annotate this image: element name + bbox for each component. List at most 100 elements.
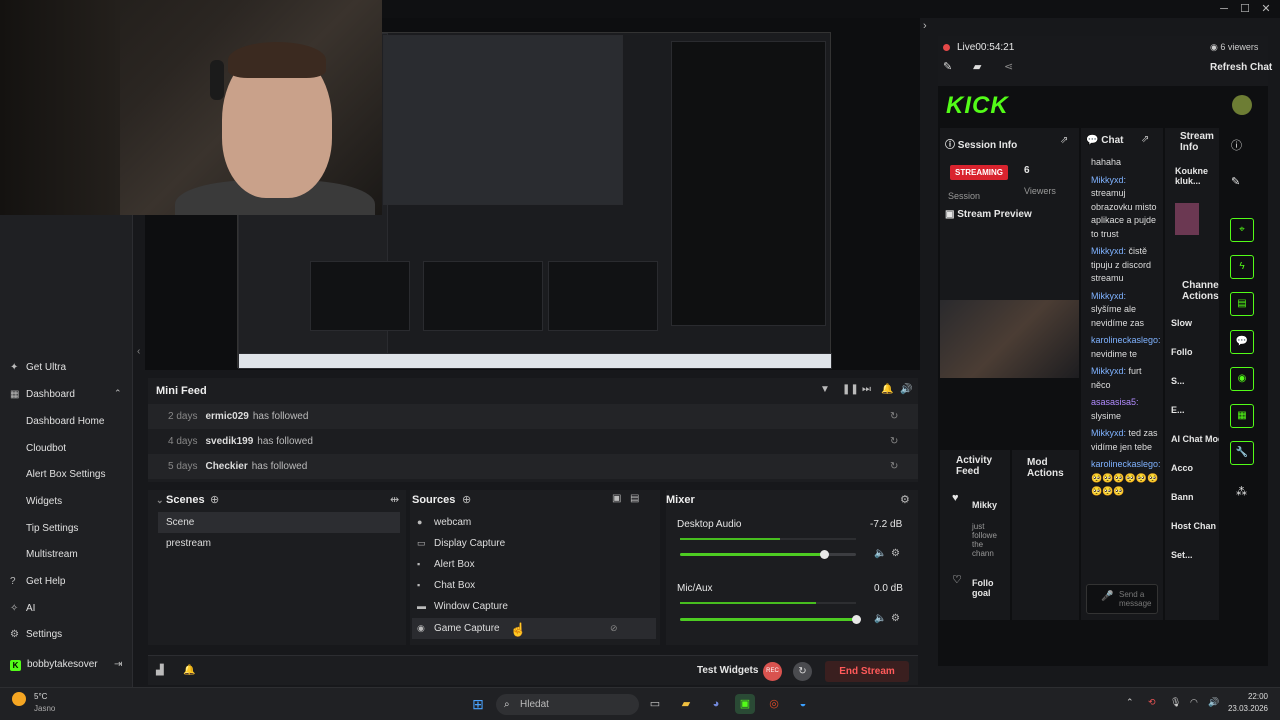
sidebar-item-cloudbot[interactable]: Cloudbot <box>0 437 133 461</box>
pause-icon[interactable]: ❚❚ <box>842 384 859 395</box>
channel-action-item[interactable]: Host Chan <box>1171 521 1219 531</box>
refresh-chat-button[interactable]: Refresh Chat <box>1210 62 1272 73</box>
server-icon[interactable]: ▦ <box>1230 404 1254 428</box>
scene-transitions-icon[interactable]: ⇹ <box>390 493 399 506</box>
test-widgets-button[interactable]: Test Widgets <box>697 665 758 676</box>
info-icon[interactable]: ⓘ <box>1231 137 1242 153</box>
document-icon[interactable]: ▤ <box>1230 292 1254 316</box>
source-item[interactable]: Display Capture <box>412 533 656 554</box>
sidebar-item-settings[interactable]: Settings <box>0 623 133 647</box>
avatar[interactable] <box>1232 95 1252 115</box>
add-source-icon[interactable]: ⊕ <box>462 493 471 506</box>
sidebar-item-alert-box-settings[interactable]: Alert Box Settings <box>0 463 133 487</box>
folder-icon[interactable]: ▰ <box>973 60 981 73</box>
volume-knob[interactable] <box>820 550 830 559</box>
chat-username[interactable]: karolineckaslego: <box>1091 335 1161 345</box>
channel-action-item[interactable]: AI Chat Moderatio <box>1171 434 1219 444</box>
sidebar-item-dashboard-home[interactable]: Dashboard Home <box>0 410 133 434</box>
expand-right-icon[interactable]: › <box>923 20 927 32</box>
file-explorer-icon[interactable]: ▰ <box>676 694 696 714</box>
popout-icon[interactable]: ⇗ <box>1060 135 1068 146</box>
tray-chevron-icon[interactable]: ⌃ <box>1126 697 1134 708</box>
chrome-icon[interactable]: ◎ <box>764 694 784 714</box>
speaker-icon[interactable]: 🔈 <box>874 613 886 624</box>
sidebar-item-tip-settings[interactable]: Tip Settings <box>0 517 133 541</box>
broadcast-icon[interactable]: ◉ <box>1230 367 1254 391</box>
add-group-icon[interactable]: ▣ <box>612 493 621 504</box>
channel-action-item[interactable]: Bann <box>1171 492 1219 502</box>
stats-icon[interactable]: ▟ <box>156 665 164 676</box>
filter-icon[interactable]: ▼ <box>820 384 830 395</box>
wifi-icon[interactable]: ◠ <box>1190 697 1198 708</box>
source-item[interactable]: Chat Box <box>412 575 656 596</box>
speaker-icon[interactable]: 🔈 <box>874 548 886 559</box>
sidebar-item-get-ultra[interactable]: Get Ultra <box>0 356 133 380</box>
mixer-settings-icon[interactable]: ⚙ <box>900 493 910 506</box>
hidden-eye-icon[interactable]: ⊘ <box>610 623 618 634</box>
channel-action-item[interactable]: Slow <box>1171 318 1219 328</box>
scene-item[interactable]: Scene <box>158 512 400 533</box>
close-button[interactable]: ✕ <box>1258 2 1274 16</box>
chat-username[interactable]: Mikkyxd: <box>1091 428 1126 438</box>
minimize-button[interactable]: ─ <box>1216 2 1232 16</box>
replay-icon[interactable]: ↻ <box>890 404 898 429</box>
source-item[interactable]: webcam <box>412 512 656 533</box>
chat-username[interactable]: Mikkyxd: <box>1091 246 1126 256</box>
wrench-icon[interactable]: 🔧 <box>1230 441 1254 465</box>
chat-username[interactable]: karolineckaslego: <box>1091 459 1161 469</box>
channel-action-item[interactable]: Follo <box>1171 347 1219 357</box>
channel-action-item[interactable]: Acco <box>1171 463 1219 473</box>
sidebar-item-get-help[interactable]: Get Help <box>0 570 133 594</box>
scene-item[interactable]: prestream <box>158 533 400 554</box>
chevron-up-icon[interactable]: ⌃ <box>114 388 122 399</box>
popout-icon[interactable]: ⇗ <box>1141 134 1149 145</box>
discord-icon[interactable]: ◕ <box>706 694 726 714</box>
share-icon[interactable]: ⋖ <box>1004 60 1013 73</box>
source-item[interactable]: Alert Box <box>412 554 656 575</box>
channel-settings-icon[interactable]: ⚙ <box>891 548 900 559</box>
volume-knob[interactable] <box>852 615 861 624</box>
tray-app-icon[interactable]: ⟲ <box>1148 697 1156 708</box>
sidebar-item-widgets[interactable]: Widgets <box>0 490 133 514</box>
folder-icon[interactable]: ▤ <box>630 493 639 504</box>
chat-username[interactable]: Mikkyxd: <box>1091 291 1126 301</box>
edge-icon[interactable]: ◒ <box>793 694 813 714</box>
speech-bubble-icon[interactable]: 💬 <box>1230 330 1254 354</box>
extensions-icon[interactable]: ⁂ <box>1236 485 1247 498</box>
streamlabs-icon[interactable]: ▣ <box>735 694 755 714</box>
chat-username[interactable]: Mikkyxd: <box>1091 175 1126 185</box>
chat-username[interactable]: asasasisa5: <box>1091 397 1139 407</box>
replay-buffer-icon[interactable]: ↻ <box>793 662 812 681</box>
replay-icon[interactable]: ↻ <box>890 429 898 454</box>
lightning-icon[interactable]: ϟ <box>1230 255 1254 279</box>
add-scene-icon[interactable]: ⊕ <box>210 493 219 506</box>
channel-settings-icon[interactable]: ⚙ <box>891 613 900 624</box>
chat-username[interactable]: Mikkyxd: <box>1091 366 1126 376</box>
pencil-icon[interactable]: ✎ <box>1231 175 1240 188</box>
replay-icon[interactable]: ↻ <box>890 454 898 479</box>
sidebar-item-ai[interactable]: AI <box>0 597 133 621</box>
collapse-left-icon[interactable]: ‹ <box>137 346 140 357</box>
channel-action-item[interactable]: S... <box>1171 376 1219 386</box>
bell-icon[interactable]: 🔔 <box>881 384 893 395</box>
volume-icon[interactable]: 🔊 <box>900 384 912 395</box>
channel-action-item[interactable]: E... <box>1171 405 1219 415</box>
end-stream-button[interactable]: End Stream <box>825 661 909 682</box>
microphone-icon[interactable]: 🎤 <box>1101 591 1113 602</box>
task-view-icon[interactable]: ▭ <box>645 694 665 714</box>
skip-icon[interactable]: ⏭ <box>862 384 871 395</box>
notifications-icon[interactable]: 🔔 <box>183 665 195 676</box>
maximize-button[interactable]: ☐ <box>1237 2 1253 16</box>
edit-icon[interactable]: ✎ <box>943 60 952 73</box>
volume-slider[interactable] <box>680 553 856 556</box>
source-item[interactable]: Window Capture <box>412 596 656 617</box>
source-item[interactable]: Game Capture <box>412 618 656 639</box>
windows-start-icon[interactable]: ⊞ <box>468 694 488 714</box>
chat-input[interactable]: 🎤 Send a message <box>1086 584 1158 614</box>
channel-action-item[interactable]: Set... <box>1171 550 1219 560</box>
taskbar-search[interactable]: ⌕ Hledat <box>496 694 639 715</box>
logout-icon[interactable]: ⇥ <box>114 659 122 670</box>
record-button[interactable]: REC <box>763 662 782 681</box>
sidebar-item-multistream[interactable]: Multistream <box>0 543 133 567</box>
volume-slider[interactable] <box>680 618 856 621</box>
